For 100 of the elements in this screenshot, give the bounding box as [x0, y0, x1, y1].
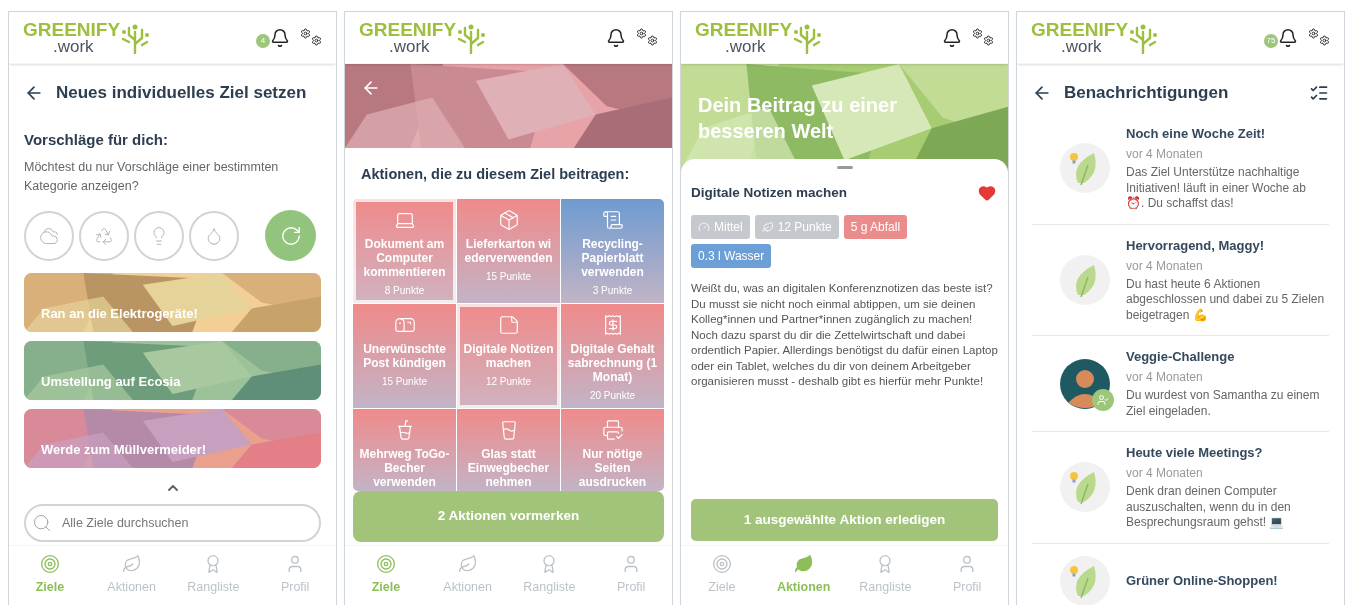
notification-time: vor 4 Monaten	[1126, 146, 1204, 163]
tag: 5 g Abfall	[843, 215, 908, 240]
bell-icon	[606, 27, 626, 48]
leaf-icon	[761, 221, 774, 234]
leaf-icon	[457, 554, 478, 575]
settings-button[interactable]	[636, 27, 658, 48]
gear-icon	[636, 27, 647, 39]
logo-suffix: .work	[1061, 39, 1103, 54]
nav-tab[interactable]: Rangliste	[172, 546, 255, 605]
nav-tab[interactable]: Rangliste	[844, 546, 927, 605]
gear-icon	[1308, 27, 1319, 39]
tag: 0.3 l Wasser	[691, 244, 772, 269]
gauge-icon	[698, 221, 710, 234]
suggestion-card[interactable]: Ran an die Elektrogeräte!	[24, 273, 321, 332]
sticky-note-icon	[497, 314, 520, 336]
tag: Mittel	[691, 215, 750, 240]
nav-tab[interactable]: Profil	[590, 546, 672, 605]
refresh-icon	[279, 224, 302, 247]
nav-tab[interactable]: Profil	[926, 546, 1008, 605]
nav-tab[interactable]: Aktionen	[90, 546, 173, 605]
notification-time: vor 4 Monaten	[1126, 465, 1204, 482]
suggestion-card[interactable]: Umstellung auf Ecosia	[24, 341, 321, 400]
action-tile[interactable]: Dokument am Computer kommentieren 8 Punkte	[353, 199, 456, 303]
logo-wordmark: GREENIFY	[23, 21, 121, 39]
action-tile[interactable]: Glas statt Einwegbecher nehmen	[457, 409, 560, 491]
box-icon	[497, 209, 520, 231]
settings-button[interactable]	[1308, 27, 1330, 48]
tag: 12 Punkte	[754, 215, 839, 240]
notification-text: Denk dran deinen Computer auszuschalten, wenn du in den Besprechungsraum gehst! 💻	[1126, 484, 1292, 531]
action-title: Digitale Notizen machen	[691, 184, 848, 202]
gear-icon	[647, 34, 658, 46]
primary-button[interactable]: 1 ausgewählte Aktion erledigen	[691, 499, 998, 541]
action-tile[interactable]: Recycling-Papierblatt verwenden 3 Punkte	[561, 199, 664, 303]
section-heading: Aktionen, die zu diesem Ziel beitragen:	[361, 165, 631, 184]
gear-icon	[983, 34, 994, 46]
heart-icon	[978, 184, 996, 203]
action-description: Weißt du, was an digitalen Konferenznotizen das beste ist? Du musst sie nicht noch einmal abtippen, um sie deinen Kolleg*innen und Partner*innen zugänglich zu machen! Noch dazu sparst du dir die Zettelwirtschaft und dabei ordentlich Papier. Allerdings benötigst du dafür einen Laptop oder ein Tablet, welches du dir von deinem Arbeitgeber organisieren musst - deshalb gibt es hierfür mehr Punkte!	[691, 281, 998, 390]
nav-tab[interactable]: Ziele	[9, 546, 91, 605]
nav-tab[interactable]: Profil	[254, 546, 336, 605]
bell-icon	[270, 27, 290, 48]
leaf-avatar	[1060, 555, 1110, 605]
notification-title[interactable]: Heute viele Meetings?	[1126, 444, 1326, 462]
notification-badge: 75	[1264, 33, 1278, 48]
notifications-button[interactable]	[270, 27, 290, 48]
page-title: Benachrichtigungen	[1064, 82, 1229, 105]
leaf-avatar	[1060, 462, 1110, 513]
leaf-avatar	[1060, 143, 1110, 194]
settings-button[interactable]	[300, 27, 322, 48]
notification-text: Du wurdest von Samantha zu einem Ziel eingeladen.	[1126, 388, 1321, 419]
action-tile[interactable]: Lieferkarton wi ederverwenden 15 Punkte	[457, 199, 560, 303]
logo-suffix: .work	[725, 39, 767, 54]
cloud-icon	[39, 225, 59, 246]
action-tile[interactable]: Unerwünschte Post kündigen 15 Punkte	[353, 304, 456, 408]
logo-suffix: .work	[389, 39, 431, 54]
recycle-icon	[94, 225, 114, 246]
scroll-icon	[601, 209, 624, 231]
action-tile[interactable]: Mehrweg ToGo-Becher verwenden	[353, 409, 456, 491]
leaf-icon	[121, 554, 142, 575]
notification-badge: 4	[256, 33, 270, 48]
search-field[interactable]: Alle Ziele durchsuchen	[24, 504, 321, 542]
logo-suffix: .work	[53, 39, 95, 54]
action-tile[interactable]: Digitale Gehalt sabrechnung (1 Monat) 20 Punkte	[561, 304, 664, 408]
action-tile[interactable]: Digitale Notizen machen 12 Punkte	[457, 304, 560, 408]
section-heading: Vorschläge für dich:	[24, 131, 169, 149]
notifications-button[interactable]	[942, 27, 962, 48]
gear-icon	[311, 34, 322, 46]
page-title: Neues individuelles Ziel setzen	[56, 82, 307, 105]
logo-wordmark: GREENIFY	[359, 21, 457, 39]
bell-icon	[942, 27, 962, 48]
bell-icon	[1278, 27, 1298, 48]
nav-tab[interactable]: Ziele	[345, 546, 427, 605]
notification-time: vor 4 Monaten	[1126, 257, 1204, 275]
logo-wordmark: GREENIFY	[695, 21, 793, 39]
notifications-button[interactable]	[1278, 27, 1298, 48]
favorite-button[interactable]	[978, 184, 996, 203]
target-icon	[711, 554, 732, 575]
search-icon	[32, 513, 52, 533]
nav-tab[interactable]: Aktionen	[762, 546, 845, 605]
nav-tab[interactable]: Ziele	[681, 546, 763, 605]
sheet-handle[interactable]	[836, 166, 853, 169]
notification-title[interactable]: Grüner Online-Shoppen!	[1126, 571, 1326, 590]
user-check-icon	[1097, 393, 1109, 406]
notifications-button[interactable]	[606, 27, 626, 48]
gear-icon	[1319, 34, 1330, 46]
leaf-icon	[793, 554, 814, 575]
nav-tab[interactable]: Aktionen	[426, 546, 509, 605]
suggestion-card[interactable]: Werde zum Müllvermeider!	[24, 409, 321, 468]
notification-title[interactable]: Hervorragend, Maggy!	[1126, 236, 1326, 255]
leaf-avatar	[1060, 254, 1110, 305]
settings-button[interactable]	[972, 27, 994, 48]
target-icon	[375, 554, 396, 575]
mark-all-read-button[interactable]	[1309, 83, 1329, 103]
target-icon	[39, 554, 60, 575]
primary-button[interactable]: 2 Aktionen vormerken	[353, 491, 664, 542]
nav-tab[interactable]: Rangliste	[508, 546, 591, 605]
action-tile[interactable]: Nur nötige Seiten ausdrucken	[561, 409, 664, 491]
logo-wordmark: GREENIFY	[1031, 21, 1129, 39]
notification-title[interactable]: Noch eine Woche Zeit!	[1126, 125, 1326, 143]
checklist-icon	[1309, 83, 1329, 103]
notification-title[interactable]: Veggie-Challenge	[1126, 348, 1326, 366]
